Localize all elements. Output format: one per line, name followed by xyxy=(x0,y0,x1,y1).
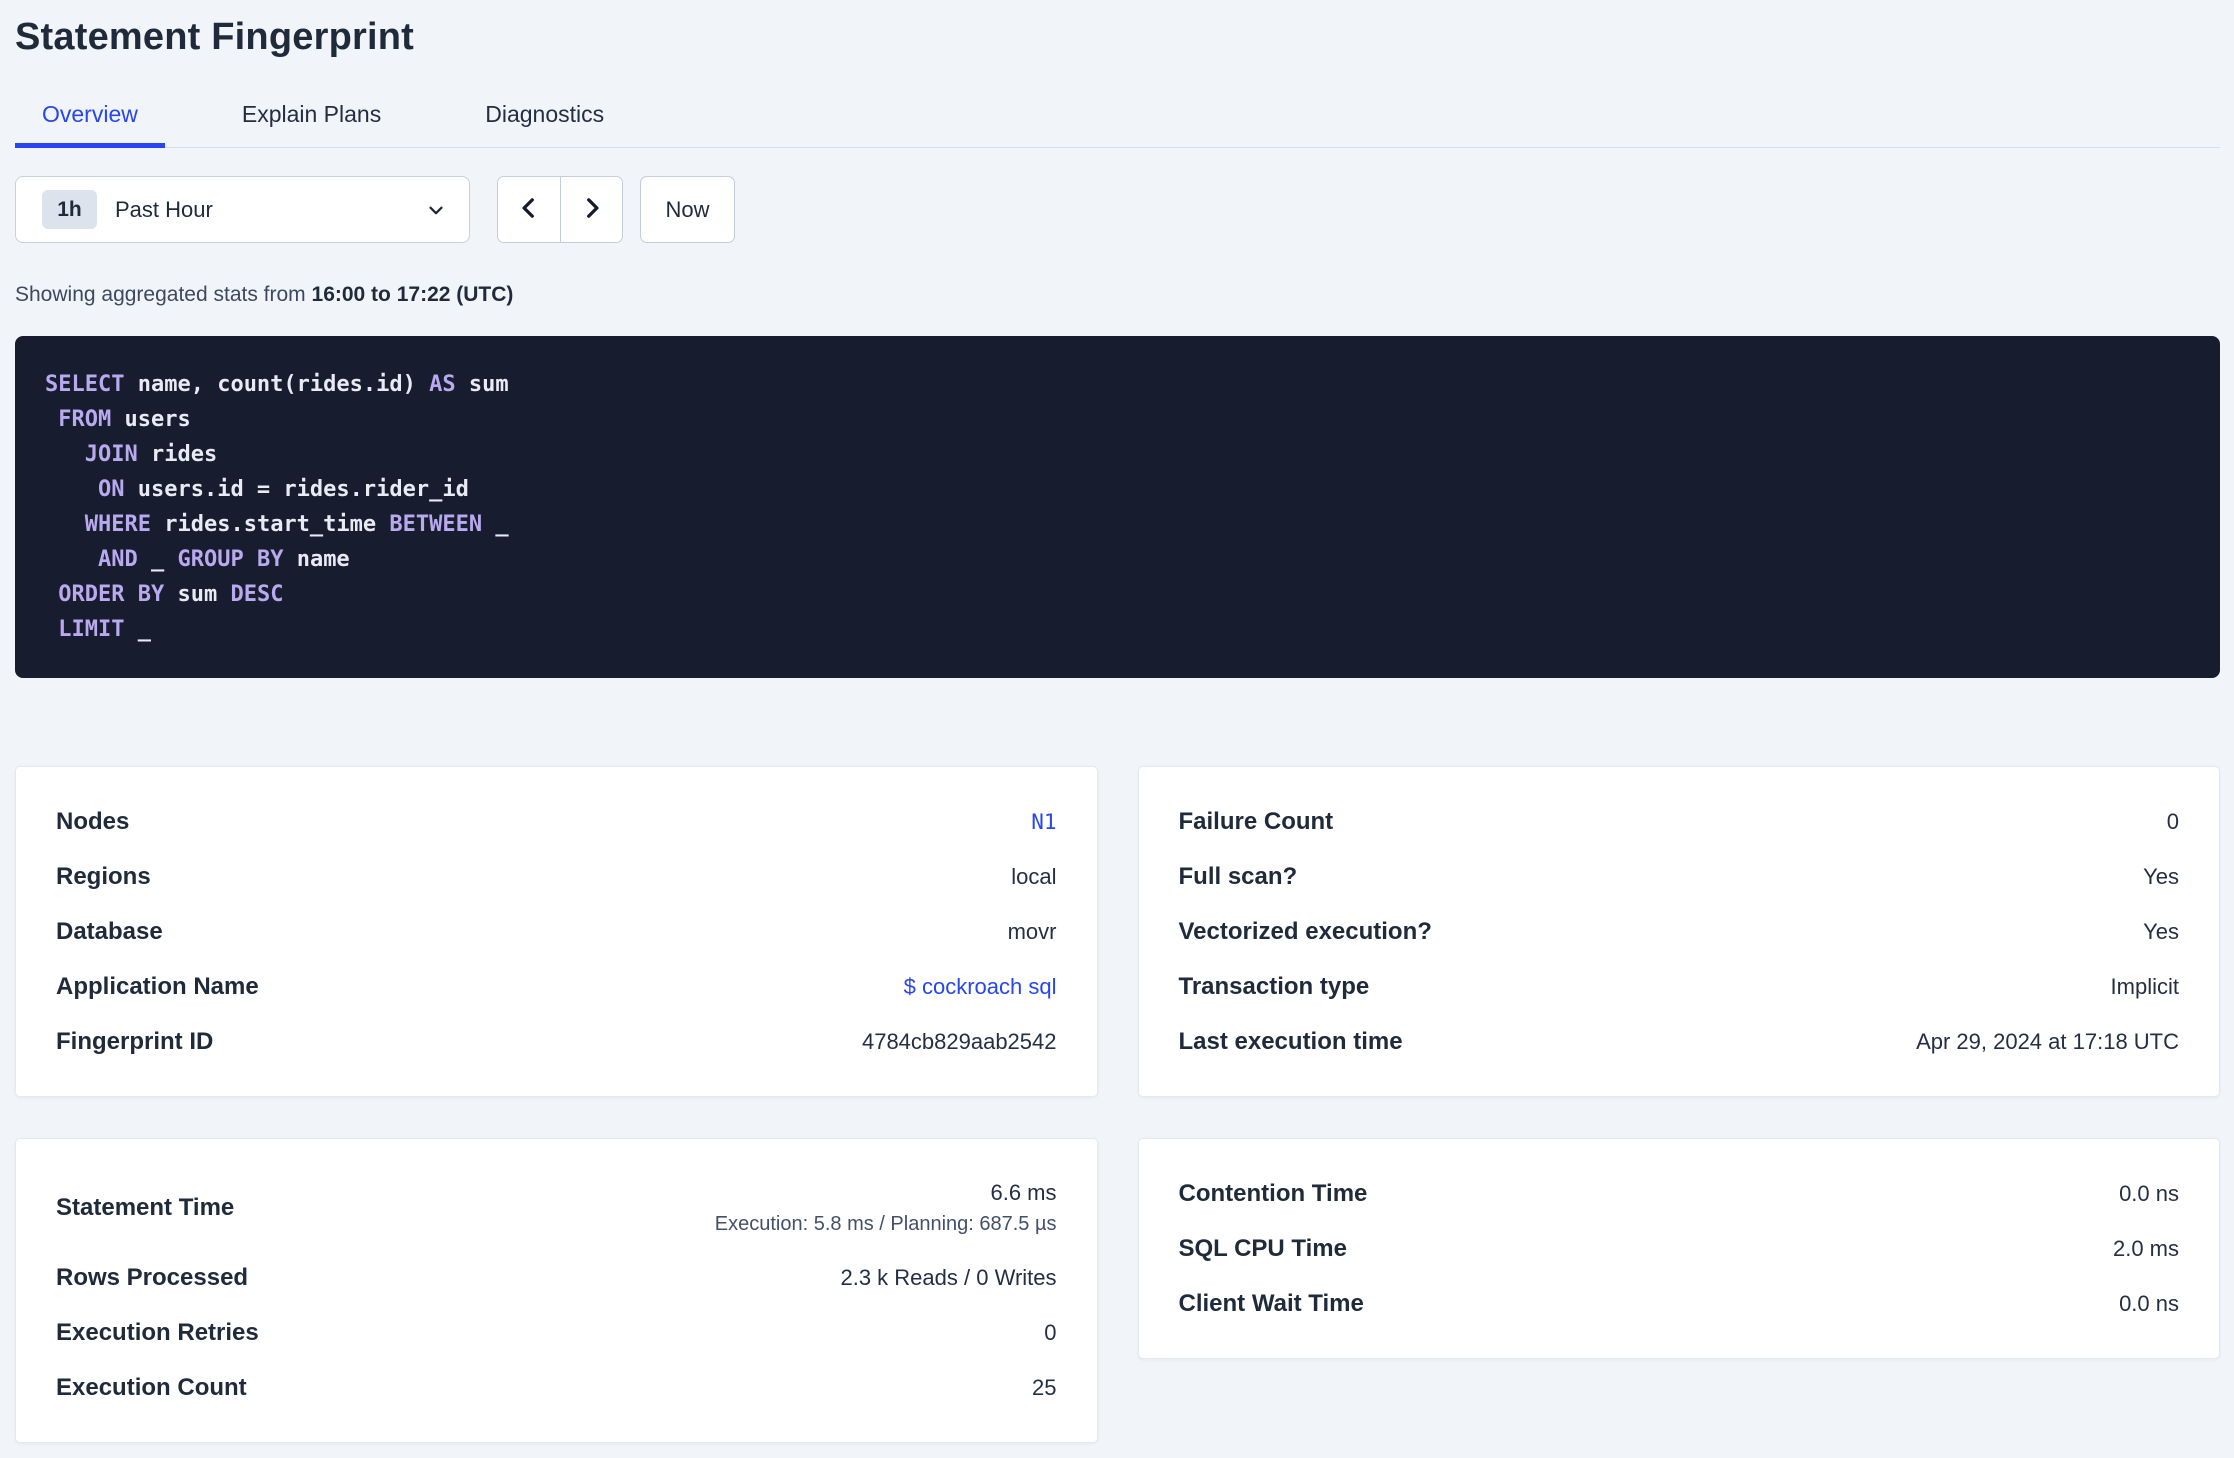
row-value: movr xyxy=(1007,918,1057,944)
row-label: Application Name xyxy=(56,972,259,1000)
statement-details-card: Nodes N1 Regions local Database movr Applicati… xyxy=(15,766,1098,1097)
summary-row: Execution Count 25 xyxy=(56,1360,1057,1415)
now-button[interactable]: Now xyxy=(640,176,735,243)
time-range-dropdown[interactable]: 1h Past Hour xyxy=(15,176,470,243)
row-value-block: 0 xyxy=(1044,1320,1056,1346)
row-label: Last execution time xyxy=(1178,1027,1403,1055)
aggregated-stats-note: Showing aggregated stats from 16:00 to 1… xyxy=(15,283,2220,307)
row-value: Implicit xyxy=(2110,973,2179,999)
tab-bar: Overview Explain Plans Diagnostics xyxy=(15,93,2220,148)
previous-range-button[interactable] xyxy=(498,177,560,242)
row-value: 0.0 ns xyxy=(2119,1290,2179,1316)
row-value-block: movr xyxy=(1008,919,1057,945)
row-label: Rows Processed xyxy=(56,1263,249,1291)
row-label: Transaction type xyxy=(1178,972,1370,1000)
summary-row: Fingerprint ID 4784cb829aab2542 xyxy=(56,1014,1057,1069)
row-value-block: Apr 29, 2024 at 17:18 UTC xyxy=(1916,1029,2179,1055)
row-label: Client Wait Time xyxy=(1178,1289,1364,1317)
row-value-block: $ cockroach sql xyxy=(904,974,1057,1000)
row-value-block: local xyxy=(1011,864,1056,890)
summary-row: Contention Time 0.0 ns xyxy=(1179,1166,2180,1221)
sql-statement-box: SELECT name, count(rides.id) AS sum FROM… xyxy=(15,336,2220,678)
aggregated-stats-note-range: 16:00 to 17:22 (UTC) xyxy=(311,283,514,306)
row-value-block: Yes xyxy=(2143,864,2179,890)
row-value: 4784cb829aab2542 xyxy=(861,1028,1057,1054)
row-value-block: Yes xyxy=(2143,919,2179,945)
summary-row: Last execution time Apr 29, 2024 at 17:18… xyxy=(1179,1014,2180,1069)
row-value-block: 0.0 ns xyxy=(2119,1181,2179,1207)
row-value: 6.6 ms xyxy=(990,1180,1057,1205)
summary-row: Failure Count 0 xyxy=(1179,794,2180,849)
summary-row: Client Wait Time 0.0 ns xyxy=(1179,1276,2180,1331)
summary-row: Execution Retries 0 xyxy=(56,1305,1057,1360)
row-label: Contention Time xyxy=(1178,1179,1368,1207)
wait-times-card: Contention Time 0.0 ns SQL CPU Time 2.0 ms C… xyxy=(1137,1138,2220,1359)
row-value-block: 2.0 ms xyxy=(2113,1236,2179,1262)
summary-row: Database movr xyxy=(56,904,1057,959)
row-value-block: 4784cb829aab2542 xyxy=(862,1029,1057,1055)
row-value: 0 xyxy=(1044,1319,1057,1345)
time-controls: 1h Past Hour Now xyxy=(15,176,2220,243)
time-range-label: Past Hour xyxy=(115,196,213,222)
row-value-block: 0.0 ns xyxy=(2119,1291,2179,1317)
tab-overview[interactable]: Overview xyxy=(15,93,165,148)
row-value: local xyxy=(1011,863,1057,889)
summary-row: Rows Processed 2.3 k Reads / 0 Writes xyxy=(56,1250,1057,1305)
summary-row: Nodes N1 xyxy=(56,794,1057,849)
row-value-block: 6.6 ms Execution: 5.8 ms / Planning: 687.… xyxy=(715,1180,1057,1236)
next-range-button[interactable] xyxy=(560,177,622,242)
sql-statement-text: SELECT name, count(rides.id) AS sum FROM… xyxy=(45,372,509,642)
row-subvalue: Execution: 5.8 ms / Planning: 687.5 µs xyxy=(714,1213,1057,1235)
row-value-link[interactable]: $ cockroach sql xyxy=(904,974,1057,1000)
row-label: Regions xyxy=(56,862,151,890)
tab-diagnostics[interactable]: Diagnostics xyxy=(458,93,631,148)
page-title: Statement Fingerprint xyxy=(15,16,415,58)
row-value-block: Implicit xyxy=(2111,974,2179,1000)
row-label: Vectorized execution? xyxy=(1178,917,1432,945)
chevron-left-icon xyxy=(516,195,542,224)
time-range-badge: 1h xyxy=(42,190,97,229)
row-value: Yes xyxy=(2143,863,2179,889)
row-value: 2.0 ms xyxy=(2112,1235,2179,1261)
chevron-down-icon xyxy=(425,199,447,221)
row-value: 2.3 k Reads / 0 Writes xyxy=(840,1264,1057,1290)
row-value: Yes xyxy=(2143,918,2179,944)
statement-times-card: Statement Time 6.6 ms Execution: 5.8 ms / … xyxy=(15,1138,1098,1443)
row-label: Full scan? xyxy=(1178,862,1298,890)
time-range-arrows xyxy=(497,176,623,243)
row-value-block: 0 xyxy=(2167,809,2179,835)
aggregated-stats-note-prefix: Showing aggregated stats from xyxy=(15,283,312,306)
row-value: 0.0 ns xyxy=(2119,1180,2179,1206)
row-label: Statement Time xyxy=(56,1194,235,1221)
summary-row: SQL CPU Time 2.0 ms xyxy=(1179,1221,2180,1276)
row-value-link[interactable]: N1 xyxy=(1031,810,1056,834)
summary-row: Application Name $ cockroach sql xyxy=(56,959,1057,1014)
row-value-block: 2.3 k Reads / 0 Writes xyxy=(840,1265,1056,1291)
execution-attributes-card: Failure Count 0 Full scan? Yes Vectorized ex… xyxy=(1137,766,2220,1097)
chevron-right-icon xyxy=(579,195,605,224)
row-value: Apr 29, 2024 at 17:18 UTC xyxy=(1916,1028,2179,1054)
row-label: Failure Count xyxy=(1178,807,1334,835)
row-label: Database xyxy=(56,917,163,945)
summary-row: Vectorized execution? Yes xyxy=(1179,904,2180,959)
row-label: Nodes xyxy=(56,807,130,835)
row-label: Fingerprint ID xyxy=(56,1027,214,1055)
tab-explain-plans[interactable]: Explain Plans xyxy=(215,93,408,148)
summary-row: Statement Time 6.6 ms Execution: 5.8 ms / … xyxy=(56,1166,1057,1250)
summary-row: Regions local xyxy=(56,849,1057,904)
row-value: 25 xyxy=(1032,1374,1057,1400)
row-label: SQL CPU Time xyxy=(1178,1234,1348,1262)
summary-cards: Nodes N1 Regions local Database movr Applicati… xyxy=(15,766,2220,1443)
summary-row: Transaction type Implicit xyxy=(1179,959,2180,1014)
summary-row: Full scan? Yes xyxy=(1179,849,2180,904)
row-value-block: N1 xyxy=(1031,810,1056,834)
statement-fingerprint-page: Statement Fingerprint Overview Explain Pl… xyxy=(0,16,2234,1443)
row-label: Execution Retries xyxy=(56,1318,259,1346)
row-label: Execution Count xyxy=(56,1373,247,1401)
row-value-block: 25 xyxy=(1032,1375,1056,1401)
row-value: 0 xyxy=(2166,808,2179,834)
